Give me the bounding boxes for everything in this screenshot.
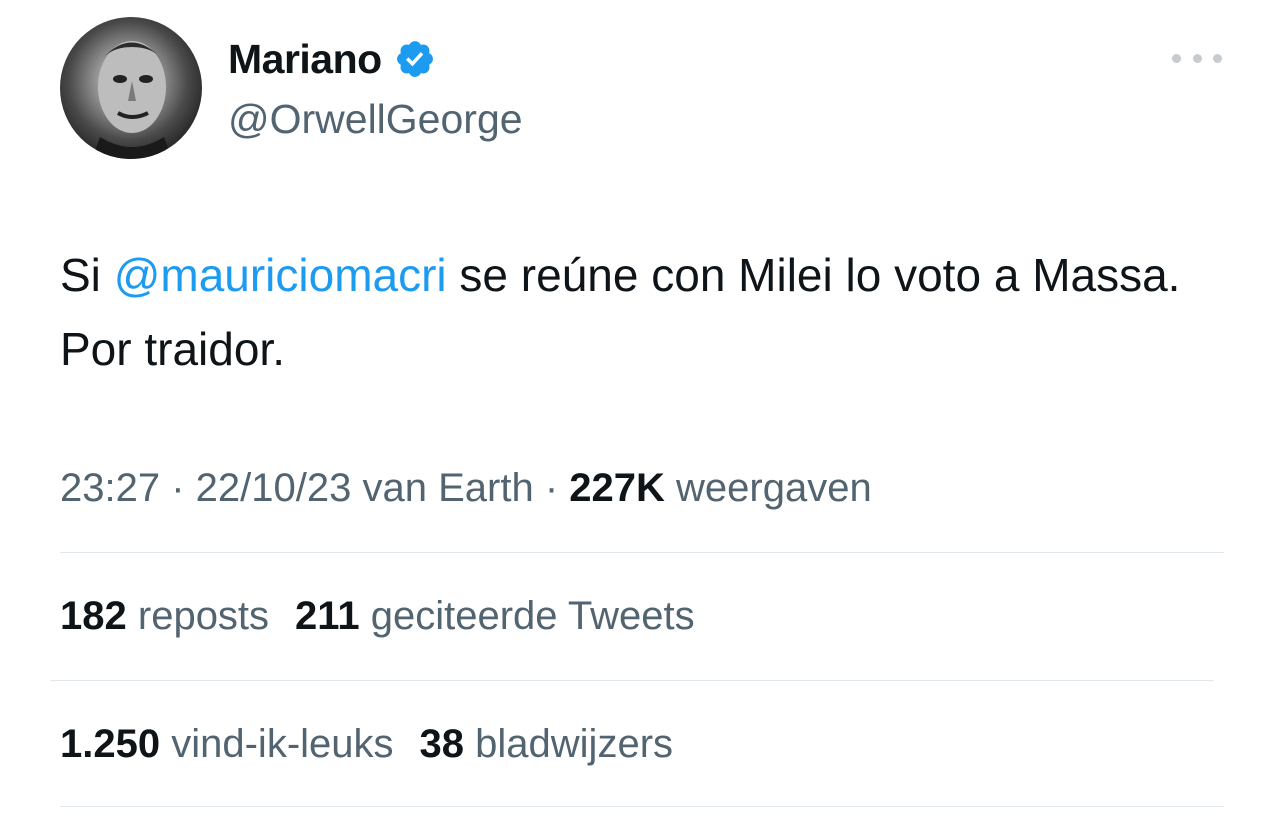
bookmarks-count: 38 bbox=[419, 722, 465, 766]
avatar-portrait-icon bbox=[92, 41, 172, 159]
mention-link[interactable]: @mauriciomacri bbox=[114, 249, 447, 301]
meta-separator: · bbox=[533, 466, 570, 510]
bookmarks-label: bladwijzers bbox=[475, 722, 674, 766]
tweet-date[interactable]: 22/10/23 bbox=[196, 466, 352, 510]
likes-stat[interactable]: 1.250 vind-ik-leuks bbox=[60, 722, 394, 766]
likes-count: 1.250 bbox=[60, 722, 161, 766]
quotes-count: 211 bbox=[295, 594, 360, 638]
tweet-text: Si @mauriciomacri se reúne con Milei lo … bbox=[60, 238, 1240, 386]
more-dot-icon bbox=[1213, 53, 1222, 63]
more-options-button[interactable] bbox=[1172, 44, 1222, 72]
verified-badge-icon bbox=[396, 41, 433, 77]
divider bbox=[60, 552, 1224, 553]
tweet-source: van Earth bbox=[362, 466, 534, 510]
avatar[interactable] bbox=[60, 17, 202, 159]
author-handle[interactable]: @OrwellGeorge bbox=[228, 94, 523, 144]
stats-row-likes: 1.250 vind-ik-leuks 38 bladwijzers bbox=[60, 718, 673, 770]
author-name-row: Mariano bbox=[228, 34, 436, 84]
views-count: 227K bbox=[569, 466, 665, 510]
reposts-label: reposts bbox=[137, 594, 270, 638]
reposts-count: 182 bbox=[60, 594, 127, 638]
views-label: weergaven bbox=[676, 466, 872, 510]
reposts-stat[interactable]: 182 reposts bbox=[60, 594, 269, 638]
tweet-meta: 23:27 · 22/10/23 van Earth · 227K weerga… bbox=[60, 462, 872, 514]
divider bbox=[50, 680, 1214, 681]
tweet-time[interactable]: 23:27 bbox=[60, 466, 160, 510]
quotes-stat[interactable]: 211 geciteerde Tweets bbox=[295, 594, 695, 638]
more-dot-icon bbox=[1192, 53, 1202, 63]
likes-label: vind-ik-leuks bbox=[171, 722, 394, 766]
meta-separator: · bbox=[160, 466, 196, 510]
more-dot-icon bbox=[1172, 53, 1181, 63]
tweet-text-before: Si bbox=[60, 249, 114, 301]
author-display-name[interactable]: Mariano bbox=[228, 34, 382, 84]
bookmarks-stat[interactable]: 38 bladwijzers bbox=[420, 722, 673, 766]
stats-row-reposts: 182 reposts 211 geciteerde Tweets bbox=[60, 590, 695, 642]
divider bbox=[60, 806, 1224, 807]
quotes-label: geciteerde Tweets bbox=[370, 594, 695, 638]
